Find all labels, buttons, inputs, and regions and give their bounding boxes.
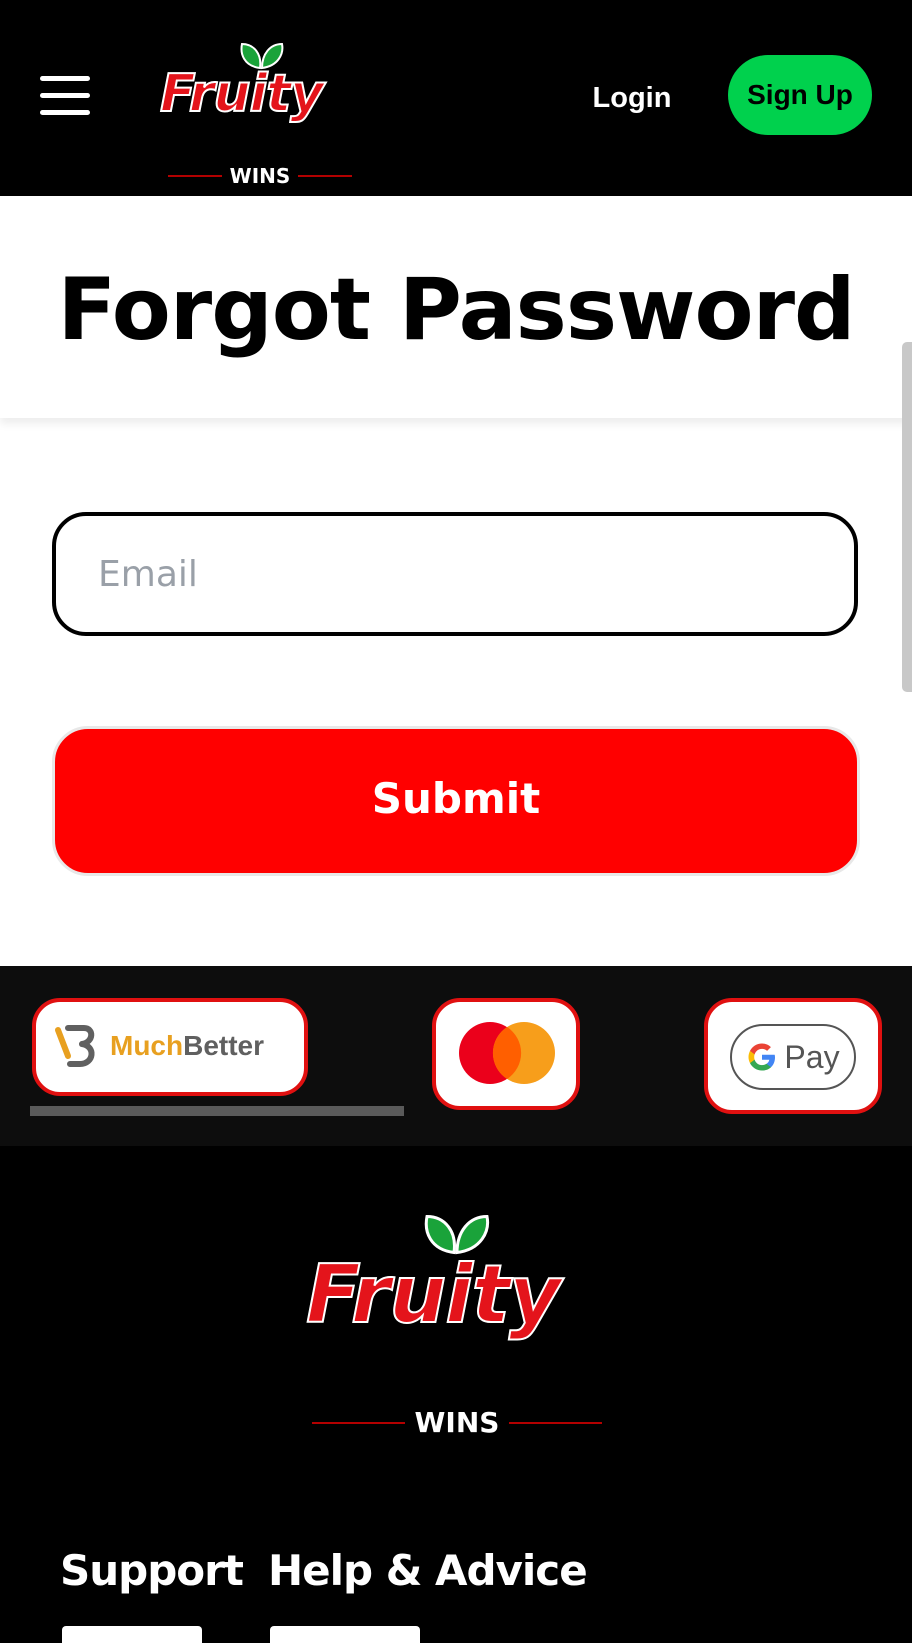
carousel-scroll-indicator[interactable] bbox=[30, 1106, 404, 1116]
logo-sub: WINS bbox=[229, 164, 291, 188]
email-input[interactable] bbox=[52, 512, 858, 636]
footer-logo[interactable]: Fruity WINS bbox=[305, 1210, 606, 1439]
footer-sublink-cutoff[interactable] bbox=[270, 1626, 420, 1643]
muchbetter-card[interactable]: MuchBetter bbox=[32, 998, 308, 1096]
footer-link-support[interactable]: Support bbox=[60, 1546, 244, 1595]
logo-subline: WINS bbox=[168, 164, 352, 188]
gpay-badge: Pay bbox=[730, 1024, 856, 1090]
muchbetter-icon bbox=[55, 1025, 95, 1067]
header-logo[interactable]: Fruity WINS bbox=[159, 40, 360, 188]
mastercard-icon bbox=[459, 1022, 555, 1084]
menu-icon[interactable] bbox=[40, 74, 92, 115]
footer-link-help-advice[interactable]: Help & Advice bbox=[268, 1546, 588, 1595]
footer-logo-wordmark: Fruity bbox=[305, 1247, 562, 1342]
muchbetter-label: MuchBetter bbox=[110, 1030, 265, 1061]
logo-wordmark: Fruity bbox=[159, 63, 325, 125]
site-header: Fruity WINS Login Sign Up bbox=[0, 0, 912, 196]
gpay-card[interactable]: Pay bbox=[704, 998, 882, 1114]
mastercard-card[interactable] bbox=[432, 998, 580, 1110]
page-scrollbar[interactable] bbox=[902, 342, 912, 692]
footer-logo-subline: WINS bbox=[312, 1406, 602, 1439]
google-g-icon bbox=[748, 1043, 776, 1071]
footer-logo-sub: WINS bbox=[414, 1406, 500, 1439]
title-section: Forgot Password bbox=[0, 196, 912, 418]
login-link[interactable]: Login bbox=[582, 74, 682, 122]
gpay-label: Pay bbox=[784, 1038, 840, 1075]
submit-button[interactable]: Submit bbox=[52, 726, 860, 876]
signup-button[interactable]: Sign Up bbox=[728, 55, 872, 135]
footer-sublink-cutoff[interactable] bbox=[62, 1626, 202, 1643]
payment-methods-strip: MuchBetter Pay bbox=[0, 966, 912, 1146]
page-title: Forgot Password bbox=[57, 260, 855, 360]
